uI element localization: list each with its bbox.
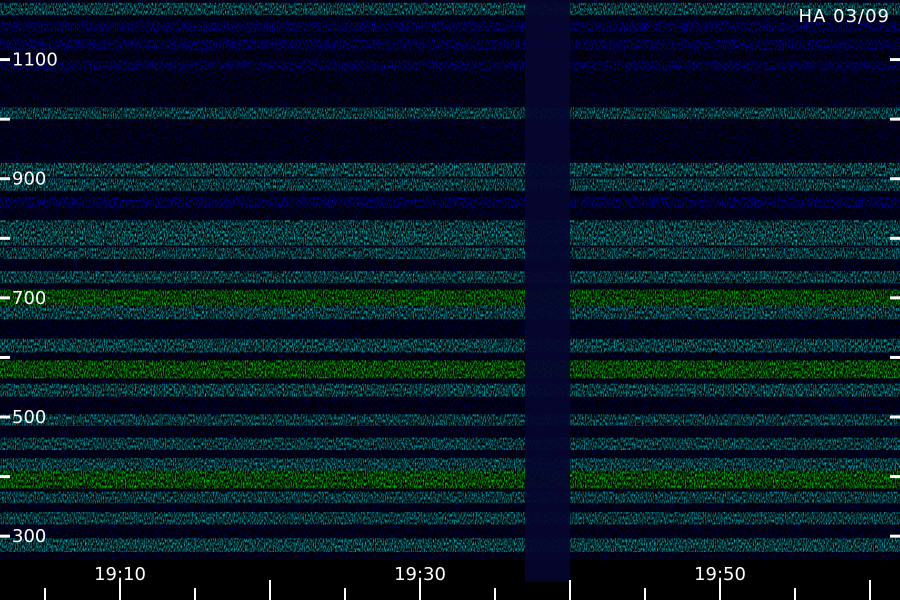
band-20 [0, 470, 900, 489]
band-13 [0, 306, 900, 320]
band-6 [0, 178, 900, 191]
band-19 [0, 458, 900, 472]
band-11 [0, 270, 900, 284]
x-tick-label: 19:50 [694, 564, 746, 585]
band-14 [0, 338, 900, 353]
band-15 [0, 360, 900, 379]
band-16 [0, 383, 900, 397]
spectral-bands [0, 0, 900, 560]
band-3 [0, 60, 900, 71]
band-1 [0, 21, 900, 32]
band-10 [0, 247, 900, 259]
band-9 [0, 231, 900, 246]
x-tick-label: 19:10 [94, 564, 146, 585]
band-2 [0, 39, 900, 51]
band-23 [0, 538, 900, 552]
band-17 [0, 414, 900, 426]
band-21 [0, 491, 900, 504]
y-tick-label: 500 [12, 407, 46, 428]
gap-region [525, 0, 570, 582]
y-tick-label: 1100 [12, 50, 58, 71]
y-tick-label: 300 [12, 526, 46, 547]
band-8 [0, 220, 900, 233]
band-12 [0, 289, 900, 307]
x-tick-label: 19:30 [394, 564, 446, 585]
band-7 [0, 197, 900, 208]
band-18 [0, 437, 900, 450]
spectrogram-view: 300 500 700 900 1100 19:10 19:30 19:50 HA 03/0… [0, 0, 900, 600]
band-0 [0, 2, 900, 16]
data-gap [525, 0, 570, 582]
band-4 [0, 107, 900, 119]
spectrogram-chart: 300 500 700 900 1100 19:10 19:30 19:50 [0, 0, 900, 600]
station-date-label: HA 03/09 [798, 6, 890, 27]
band-5 [0, 162, 900, 177]
band-22 [0, 512, 900, 525]
y-tick-label: 900 [12, 169, 46, 190]
y-tick-label: 700 [12, 288, 46, 309]
